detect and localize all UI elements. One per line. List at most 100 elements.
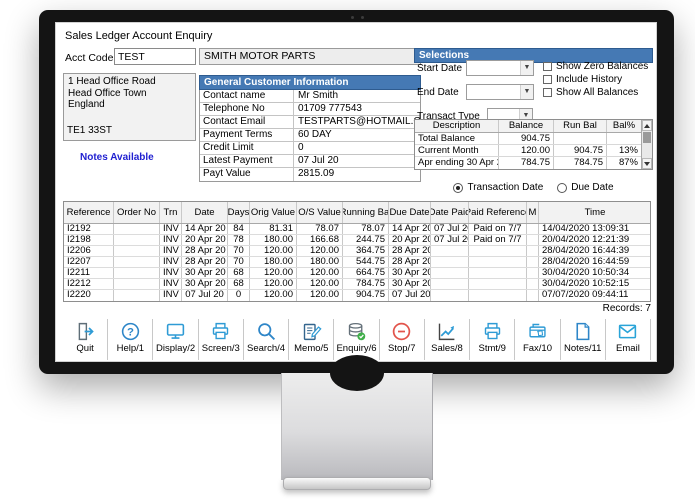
balances-scrollbar[interactable]	[641, 120, 652, 169]
cell-date: 30 Apr 20	[182, 279, 228, 289]
quit-button[interactable]: Quit	[63, 319, 107, 360]
cell-orig-value: 120.00	[250, 279, 297, 289]
note-page-icon	[576, 322, 590, 341]
cell-paid-reference: Paid on 7/7	[469, 224, 527, 234]
cell-time: 07/07/2020 09:44:11	[542, 290, 629, 300]
cell-date-paid	[431, 268, 469, 278]
button-label: Email	[616, 343, 640, 354]
start-date-combobox[interactable]: ▼	[466, 60, 534, 76]
button-label: Enquiry/6	[336, 343, 377, 354]
cell-orig-value: 81.31	[250, 224, 297, 234]
fax-button[interactable]: Fax/10	[514, 319, 559, 360]
cell-order-no	[114, 235, 160, 245]
balance-row[interactable]: Current Month 120.00 904.75 13%	[415, 145, 641, 157]
transaction-row[interactable]: I2207 INV 28 Apr 20 70 180.00 180.00 544…	[64, 257, 650, 268]
customer-info-row: Payt Value 2815.09	[200, 168, 420, 181]
radio-unselected-icon[interactable]	[557, 182, 568, 193]
screen-print-button[interactable]: Screen/3	[197, 319, 243, 360]
col-run-bal: Run Bal	[554, 120, 607, 132]
button-label: Notes/11	[564, 343, 602, 354]
due-date-radio[interactable]: Due Date	[557, 182, 614, 193]
balance-description: Apr ending 30 Apr 2	[415, 157, 499, 169]
cell-reference: I2211	[64, 268, 114, 278]
stop-button[interactable]: Stop/7	[378, 319, 424, 360]
customer-info-panel: General Customer Information Contact nam…	[199, 75, 421, 182]
button-label: Stop/7	[388, 343, 416, 354]
transaction-row[interactable]: I2198 INV 20 Apr 20 78 180.00 166.68 244…	[64, 235, 650, 246]
scroll-down-icon[interactable]	[642, 158, 652, 169]
col-date-paid: Date Paid	[431, 202, 469, 223]
button-label: Display/2	[156, 343, 196, 354]
checkbox-icon[interactable]	[543, 61, 552, 71]
enquiry-button[interactable]: Enquiry/6	[333, 319, 378, 360]
scroll-up-icon[interactable]	[642, 120, 652, 131]
cell-m	[527, 224, 539, 234]
cell-os-value: 120.00	[297, 246, 343, 256]
transactions-header-row: Reference Order No Trn Date Days Orig Va…	[64, 202, 650, 224]
end-date-combobox[interactable]: ▼	[466, 84, 534, 100]
memo-button[interactable]: Memo/5	[288, 319, 333, 360]
cell-time: 20/04/2020 12:21:39	[542, 235, 630, 245]
cell-orig-value: 120.00	[250, 290, 297, 301]
help-button[interactable]: ? Help/1	[107, 319, 152, 360]
cell-order-no	[114, 279, 160, 289]
chevron-down-icon[interactable]: ▼	[520, 85, 533, 99]
cell-trn: INV	[160, 235, 182, 245]
button-label: Stmt/9	[478, 343, 506, 354]
show-all-balances-option[interactable]: Show All Balances	[543, 86, 648, 98]
postcode: TE1 33ST	[67, 125, 113, 136]
search-button[interactable]: Search/4	[242, 319, 288, 360]
sales-button[interactable]: Sales/8	[423, 319, 469, 360]
cell-time: 30/04/2020 10:52:15	[542, 279, 630, 289]
email-button[interactable]: Email	[604, 319, 652, 360]
cell-order-no	[114, 257, 160, 267]
col-order-no: Order No	[114, 202, 160, 223]
balance-row[interactable]: Total Balance 904.75	[415, 133, 641, 145]
notes-available-link[interactable]: Notes Available	[80, 152, 154, 163]
statement-button[interactable]: Stmt/9	[469, 319, 514, 360]
bal-pct-value: 13%	[618, 145, 638, 156]
acct-code-input[interactable]	[114, 48, 196, 65]
show-zero-balances-option[interactable]: Show Zero Balances	[543, 60, 648, 72]
col-paid-reference: Paid Reference	[469, 202, 527, 223]
scrollbar-thumb[interactable]	[643, 132, 651, 143]
display-button[interactable]: Display/2	[152, 319, 197, 360]
cell-date-paid	[431, 257, 469, 267]
cell-trn: INV	[160, 290, 182, 301]
checkbox-icon[interactable]	[543, 87, 552, 97]
cell-order-no	[114, 268, 160, 278]
customer-info-value: 60 DAY	[298, 129, 332, 140]
balance-description: Total Balance	[415, 133, 499, 144]
transaction-row[interactable]: I2212 INV 30 Apr 20 68 120.00 120.00 784…	[64, 279, 650, 290]
bal-pct-value: 87%	[618, 157, 638, 168]
transaction-row[interactable]: I2220 INV 07 Jul 20 0 120.00 120.00 904.…	[64, 290, 650, 301]
cell-running-bal: 544.75	[343, 257, 389, 267]
transaction-row[interactable]: I2206 INV 28 Apr 20 70 120.00 120.00 364…	[64, 246, 650, 257]
cell-running-bal: 364.75	[343, 246, 389, 256]
cell-time: 28/04/2020 16:44:39	[542, 246, 630, 256]
balance-row[interactable]: Apr ending 30 Apr 2 784.75 784.75 87%	[415, 157, 641, 169]
transaction-row[interactable]: I2192 INV 14 Apr 20 84 81.31 78.07 78.07…	[64, 224, 650, 235]
notes-button[interactable]: Notes/11	[559, 319, 605, 360]
cell-running-bal: 664.75	[343, 268, 389, 278]
cell-reference: I2220	[64, 290, 114, 301]
transaction-row[interactable]: I2211 INV 30 Apr 20 68 120.00 120.00 664…	[64, 268, 650, 279]
include-history-option[interactable]: Include History	[543, 73, 648, 85]
cell-days: 84	[228, 224, 250, 234]
cell-running-bal: 78.07	[343, 224, 389, 234]
acct-code-label: Acct Code	[65, 52, 114, 64]
cell-time: 14/04/2020 13:09:31	[542, 224, 630, 234]
checkbox-icon[interactable]	[543, 74, 552, 84]
button-label: Sales/8	[431, 343, 463, 354]
cell-days: 68	[228, 279, 250, 289]
customer-info-label: Contact name	[200, 90, 294, 102]
start-date-value	[467, 61, 520, 75]
cell-os-value: 120.00	[297, 279, 343, 289]
toolbar: Quit ? Help/1 Display/2 Screen/3 Search/…	[63, 319, 652, 360]
cell-days: 70	[228, 257, 250, 267]
cell-paid-reference: Paid on 7/7	[469, 235, 527, 245]
cell-paid-reference	[469, 268, 527, 278]
transaction-date-radio[interactable]: Transaction Date	[453, 182, 543, 193]
radio-selected-icon[interactable]	[453, 182, 464, 193]
chevron-down-icon[interactable]: ▼	[520, 61, 533, 75]
